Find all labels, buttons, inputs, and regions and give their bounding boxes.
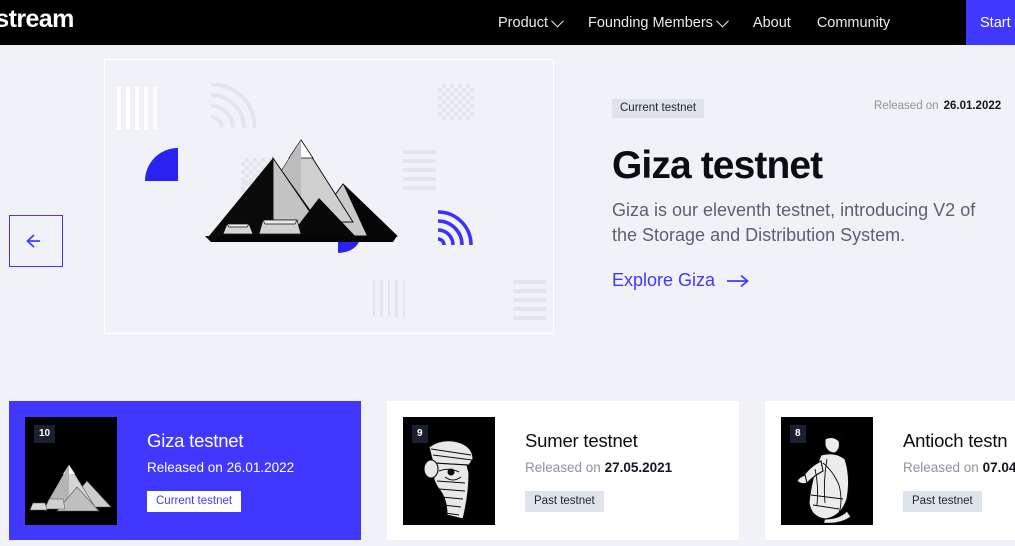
card-number-badge: 8	[790, 424, 806, 443]
decor-vertical-bars-gray	[373, 280, 406, 317]
released-date: 26.01.2022	[226, 459, 295, 475]
carousel-prev-button[interactable]	[9, 215, 63, 267]
card-title: Antioch testn	[903, 429, 1008, 451]
card-title: Giza testnet	[147, 429, 244, 451]
status-badge: Past testnet	[903, 490, 982, 512]
decor-vertical-bars-white	[117, 87, 162, 129]
card-body: Sumer testnet Released on 27.05.2021 Pas…	[525, 430, 672, 512]
status-badge: Past testnet	[525, 490, 604, 512]
testnet-card-giza[interactable]: 10 Giza testnet Released on 26.01.2022 C…	[9, 401, 361, 540]
hero-release-info: Released on 26.01.2022	[874, 100, 1001, 112]
nav-item-founding-members[interactable]: Founding Members	[587, 14, 729, 31]
card-release-info: Released on 27.05.2021	[525, 460, 672, 475]
hero-info: Current testnet Released on 26.01.2022 Gi…	[612, 99, 1015, 291]
card-title: Sumer testnet	[525, 429, 638, 451]
chevron-down-icon	[551, 14, 564, 28]
hero-description: Giza is our eleventh testnet, introducin…	[612, 200, 976, 245]
card-body: Giza testnet Released on 26.01.2022 Curr…	[147, 430, 294, 512]
card-thumbnail: 10	[25, 416, 117, 525]
page-title: Giza testnet	[612, 144, 823, 187]
nav-item-label: Community	[816, 14, 891, 31]
pyramids-thumbnail	[29, 463, 112, 511]
testnet-card-sumer[interactable]: 9 Sumer testnet Released on 27.05.2021 P…	[387, 401, 739, 540]
nav-item-label: Founding Members	[587, 14, 713, 31]
start-earning-button[interactable]: Start e	[966, 0, 1015, 45]
card-release-info: Released on 26.01.2022	[147, 460, 294, 475]
hero-meta-row: Current testnet Released on 26.01.2022	[612, 99, 1015, 118]
arrow-right-icon	[727, 274, 749, 287]
explore-giza-link[interactable]: Explore Giza	[612, 270, 751, 291]
status-badge: Current testnet	[612, 99, 705, 118]
nav-item-product[interactable]: Product	[498, 14, 564, 31]
testnet-card-list: 10 Giza testnet Released on 26.01.2022 C…	[9, 401, 1015, 540]
pyramids-of-giza-illustration	[205, 139, 399, 242]
card-thumbnail: 9	[403, 416, 495, 525]
decor-checker-pattern	[438, 84, 474, 120]
main-navigation: Product Founding Members About Community	[498, 0, 890, 45]
nav-item-label: About	[752, 14, 791, 31]
released-date: 26.01.2022	[943, 100, 1002, 112]
released-label: Released on	[874, 100, 939, 112]
decor-horizontal-lines	[513, 280, 546, 320]
released-date: 27.05.2021	[604, 459, 673, 475]
released-label: Released on	[525, 459, 601, 475]
card-body: Antioch testn Released on 07.04 Past tes…	[903, 430, 1015, 512]
explore-link-label: Explore Giza	[612, 270, 716, 290]
decor-arcs-gray	[210, 83, 256, 129]
site-logo[interactable]: ystream	[0, 5, 74, 34]
decor-horizontal-lines	[403, 150, 436, 190]
released-label: Released on	[903, 459, 979, 475]
nav-item-label: Product	[498, 14, 548, 31]
hero-illustration	[104, 59, 554, 334]
decor-quarter-circle-blue	[145, 148, 178, 181]
hero-section: Current testnet Released on 26.01.2022 Gi…	[0, 45, 1015, 390]
nav-item-community[interactable]: Community	[817, 15, 890, 31]
nav-item-about[interactable]: About	[753, 15, 791, 31]
card-release-info: Released on 07.04	[903, 460, 1015, 475]
card-number-badge: 9	[412, 424, 428, 443]
card-number-badge: 10	[34, 424, 56, 443]
chevron-down-icon	[716, 14, 729, 28]
site-header: ystream Product Founding Members About C…	[0, 0, 1015, 45]
released-date: 07.04	[982, 459, 1015, 475]
released-label: Released on	[147, 459, 223, 475]
testnet-card-antioch[interactable]: 8 Antioch testn Released on 07.04 Past t…	[765, 401, 1015, 540]
status-badge: Current testnet	[147, 490, 242, 512]
decor-arcs-blue	[437, 210, 473, 246]
arrow-left-icon	[26, 234, 40, 248]
card-thumbnail: 8	[781, 416, 873, 525]
